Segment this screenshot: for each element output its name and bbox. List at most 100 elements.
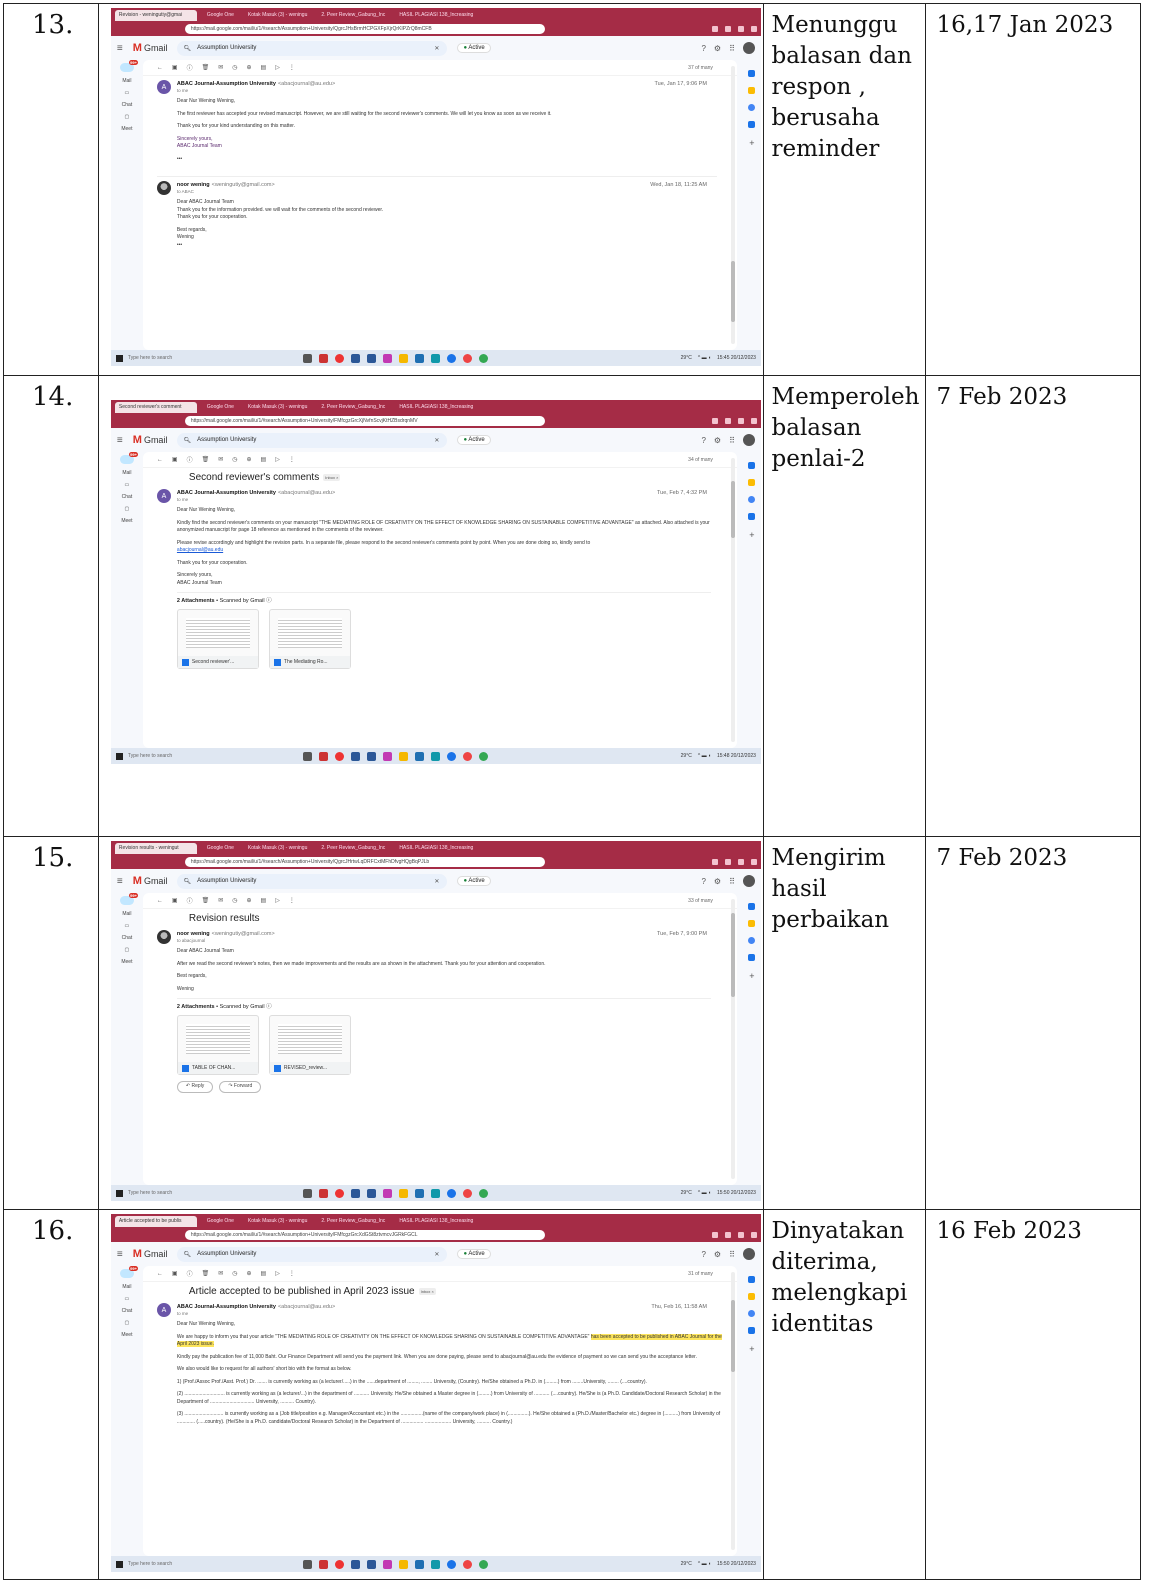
rail-mail[interactable]: Mail <box>122 470 131 476</box>
rail-mail[interactable]: Mail <box>122 911 131 917</box>
app-icon[interactable] <box>366 1188 376 1198</box>
keep-icon[interactable] <box>748 87 756 94</box>
back-icon[interactable]: ← <box>157 1271 163 1277</box>
status-button[interactable]: ● Active <box>457 43 491 53</box>
weather[interactable]: 29°C <box>681 1561 692 1567</box>
app-icon[interactable] <box>430 1188 440 1198</box>
task-icon[interactable]: ⊕ <box>247 897 252 904</box>
scroll-thumb[interactable] <box>730 913 735 997</box>
chrome-icon[interactable] <box>478 1559 488 1569</box>
mail-icon[interactable]: 99+ <box>119 893 138 905</box>
reply-button[interactable]: ↶ Reply <box>176 1081 214 1093</box>
taskview-icon[interactable] <box>302 353 312 363</box>
apps-icon[interactable]: ⠿ <box>729 1250 735 1259</box>
download-icon[interactable] <box>724 26 731 32</box>
active-tab[interactable]: Second reviewer's comment <box>114 401 197 413</box>
report-icon[interactable]: ⓘ <box>187 896 193 905</box>
add-icon[interactable]: + <box>749 530 754 540</box>
archive-icon[interactable]: ▣ <box>172 1270 178 1277</box>
settings-icon[interactable]: ⚙ <box>714 1250 721 1259</box>
rail-meet[interactable]: Meet <box>121 518 132 524</box>
profile-icon[interactable] <box>737 1232 744 1238</box>
edge-icon[interactable] <box>446 1559 456 1569</box>
tasks-icon[interactable] <box>748 1310 756 1317</box>
rail-chat[interactable]: Chat <box>122 1308 133 1314</box>
recipient[interactable]: to me <box>177 88 731 95</box>
report-icon[interactable]: ⓘ <box>187 1269 193 1278</box>
app-icon[interactable] <box>382 353 392 363</box>
tab[interactable]: HASIL PLAGIASI 138_Increasing <box>395 1216 477 1227</box>
chat-icon[interactable]: ▭ <box>125 923 130 929</box>
hamburger-icon[interactable]: ≡ <box>117 43 123 54</box>
active-tab[interactable]: Revision - weningutiy@gmai <box>114 9 197 21</box>
label-icon[interactable]: ▷ <box>275 456 280 463</box>
delete-icon[interactable]: 🗑︎ <box>202 897 210 904</box>
recipient[interactable]: to me <box>177 1311 731 1318</box>
windows-icon[interactable] <box>115 1189 123 1197</box>
extension-icon[interactable] <box>711 26 718 32</box>
mail-icon[interactable]: 99+ <box>119 60 138 72</box>
clear-search-icon[interactable]: ✕ <box>434 45 439 52</box>
chat-icon[interactable]: ▭ <box>125 482 130 488</box>
tab[interactable]: Kotak Masuk (3) - weningu <box>244 10 311 21</box>
attachment-thumb[interactable]: TABLE OF CHAN... <box>176 1015 259 1076</box>
meet-icon[interactable]: ▢ <box>125 506 130 512</box>
delete-icon[interactable]: 🗑︎ <box>202 64 210 71</box>
rail-meet[interactable]: Meet <box>121 959 132 965</box>
ellipsis-button[interactable]: ••• <box>177 156 731 164</box>
add-icon[interactable]: + <box>749 971 754 981</box>
clear-search-icon[interactable]: ✕ <box>434 437 439 444</box>
scrollbar[interactable] <box>730 1272 735 1550</box>
active-tab[interactable]: Revision results - weningut <box>114 842 197 854</box>
app-icon[interactable] <box>462 751 472 761</box>
clock[interactable]: 15:48 20/12/2023 <box>717 753 756 759</box>
explorer-icon[interactable] <box>398 353 408 363</box>
back-icon[interactable]: ← <box>157 898 163 904</box>
search-bar[interactable]: 🔍︎ Assumption University ✕ <box>177 873 448 889</box>
task-icon[interactable]: ⊕ <box>247 64 252 71</box>
url-field[interactable]: https://mail.google.com/mail/u/1/#search… <box>184 857 545 867</box>
taskview-icon[interactable] <box>302 1559 312 1569</box>
apps-icon[interactable]: ⠿ <box>729 877 735 886</box>
profile-icon[interactable] <box>737 26 744 32</box>
rail-chat[interactable]: Chat <box>122 494 133 500</box>
task-icon[interactable]: ⊕ <box>247 456 252 463</box>
tab[interactable]: Google One <box>203 1216 238 1227</box>
weather[interactable]: 29°C <box>681 753 692 759</box>
windows-icon[interactable] <box>115 354 123 362</box>
app-icon[interactable] <box>382 1188 392 1198</box>
app-icon[interactable] <box>462 353 472 363</box>
sender-avatar[interactable] <box>156 181 171 195</box>
profile-icon[interactable] <box>737 418 744 424</box>
more-icon[interactable]: ⋮ <box>289 1270 295 1277</box>
tray-icons[interactable]: ^ ▬ ◖ <box>698 355 711 361</box>
taskbar-search[interactable]: Type here to search <box>128 1190 258 1196</box>
scroll-thumb[interactable] <box>730 480 735 538</box>
edge-icon[interactable] <box>446 1188 456 1198</box>
gmail-logo[interactable]: M Gmail <box>133 434 168 446</box>
inbox-label[interactable]: Inbox × <box>418 1288 436 1295</box>
tab[interactable]: 2. Peer Review_Gabung_Inc <box>317 1216 389 1227</box>
active-tab[interactable]: Article accepted to be publis <box>114 1215 197 1227</box>
windows-icon[interactable] <box>115 1560 123 1568</box>
report-icon[interactable]: ⓘ <box>187 63 193 72</box>
scroll-thumb[interactable] <box>730 1299 735 1373</box>
menu-icon[interactable] <box>750 1232 757 1238</box>
tasks-icon[interactable] <box>748 937 756 944</box>
app-icon[interactable] <box>366 751 376 761</box>
app-icon[interactable] <box>414 751 424 761</box>
sender-avatar[interactable]: A <box>156 1303 171 1317</box>
chrome-icon[interactable] <box>478 751 488 761</box>
url-field[interactable]: https://mail.google.com/mail/u/1/#search… <box>184 416 545 426</box>
tab[interactable]: Kotak Masuk (3) - weningu <box>244 843 311 854</box>
clear-search-icon[interactable]: ✕ <box>434 878 439 885</box>
calendar-icon[interactable] <box>748 462 756 469</box>
clock[interactable]: 15:50 20/12/2023 <box>717 1561 756 1567</box>
keep-icon[interactable] <box>748 479 756 486</box>
tray-icons[interactable]: ^ ▬ ◖ <box>698 753 711 759</box>
opera-icon[interactable] <box>334 353 344 363</box>
label-icon[interactable]: ▷ <box>275 897 280 904</box>
url-field[interactable]: https://mail.google.com/mail/u/1/#search… <box>184 1230 545 1240</box>
snooze-icon[interactable]: ◷ <box>232 64 237 71</box>
gmail-logo[interactable]: M Gmail <box>133 875 168 887</box>
